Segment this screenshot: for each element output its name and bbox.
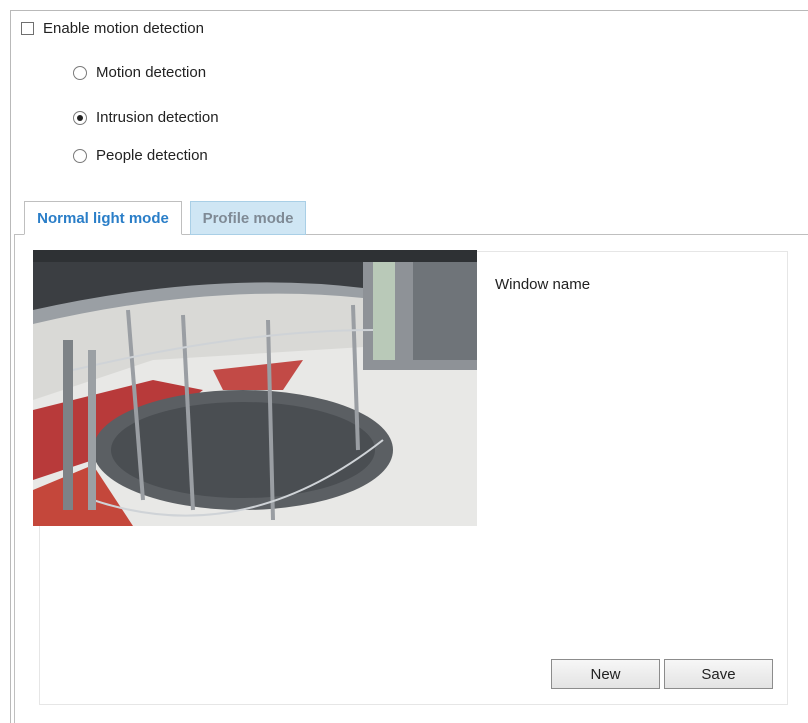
- radio-intrusion-detection[interactable]: Intrusion detection: [73, 109, 219, 126]
- camera-preview-image: [33, 250, 477, 526]
- enable-motion-checkbox[interactable]: [21, 22, 34, 35]
- enable-motion-row[interactable]: Enable motion detection: [21, 20, 204, 37]
- intrusion-detection-label[interactable]: Intrusion detection: [96, 109, 219, 126]
- motion-detection-radio[interactable]: [73, 65, 87, 80]
- people-detection-radio[interactable]: [73, 148, 87, 163]
- camera-preview[interactable]: [33, 250, 477, 526]
- tab-normal-light-mode[interactable]: Normal light mode: [24, 201, 182, 235]
- intrusion-detection-radio[interactable]: [73, 110, 87, 125]
- window-name-label: Window name: [495, 276, 591, 293]
- tab-profile-mode[interactable]: Profile mode: [190, 201, 306, 235]
- radio-people-detection[interactable]: People detection: [73, 147, 208, 164]
- motion-detection-label[interactable]: Motion detection: [96, 64, 206, 81]
- new-button[interactable]: New: [551, 659, 660, 689]
- radio-motion-detection[interactable]: Motion detection: [73, 64, 206, 81]
- people-detection-label[interactable]: People detection: [96, 147, 208, 164]
- enable-motion-label[interactable]: Enable motion detection: [43, 20, 204, 37]
- save-button[interactable]: Save: [664, 659, 773, 689]
